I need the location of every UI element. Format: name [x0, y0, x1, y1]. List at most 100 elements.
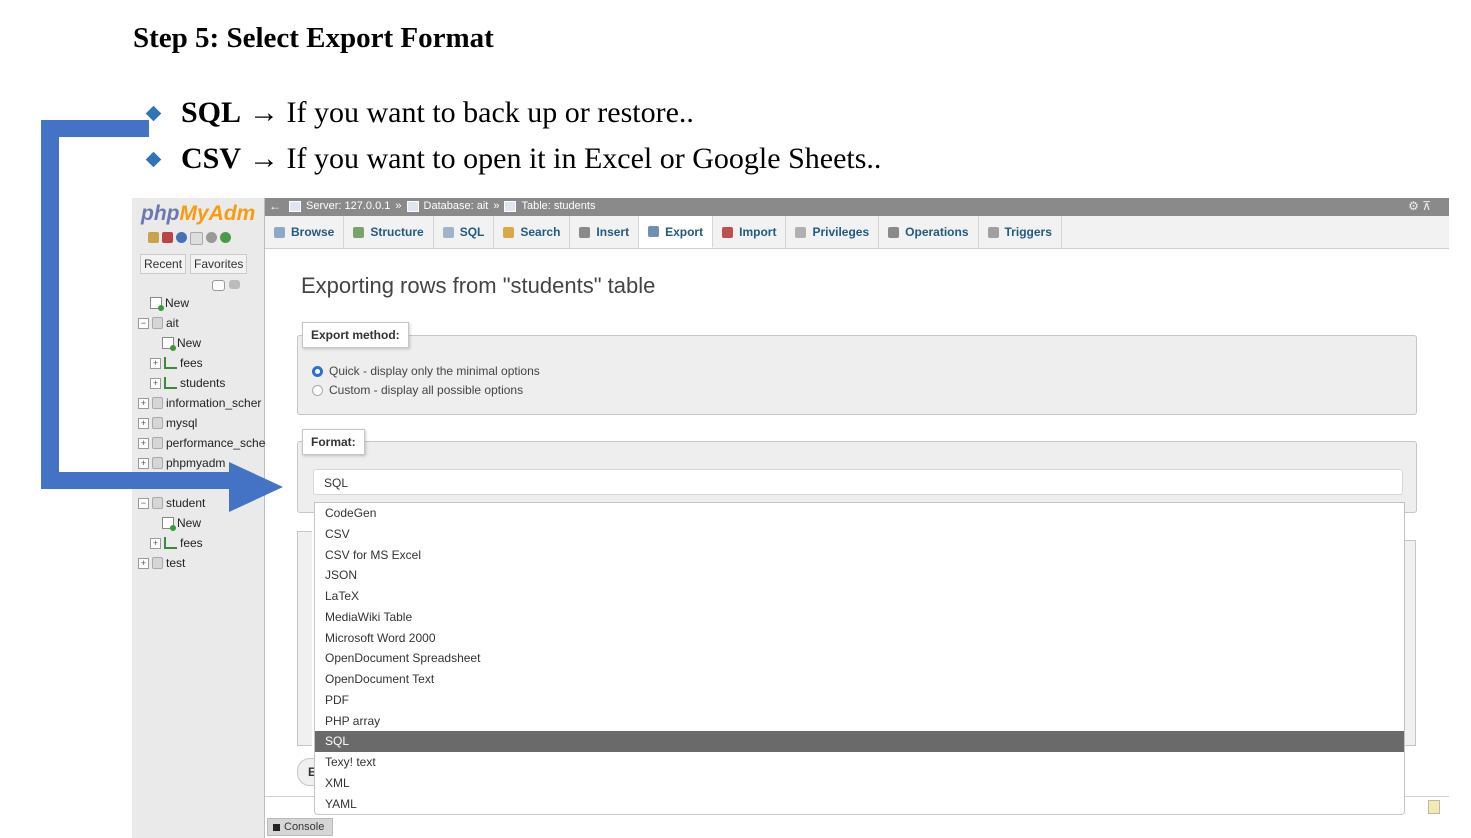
phpmyadmin-logo[interactable]: phpMyAdm [141, 202, 255, 226]
breadcrumb-sep: » [493, 200, 500, 212]
collapse-arrow-icon[interactable]: ← [269, 199, 281, 213]
tree-item[interactable]: New [150, 296, 189, 311]
format-dropdown-list: CodeGen CSV CSV for MS Excel JSON LaTeX Media… [314, 502, 1405, 815]
export-method-legend: Export method: [302, 322, 409, 348]
tree-item-label: student [166, 496, 206, 510]
arrow-head-icon [229, 462, 283, 512]
tree-item[interactable]: − ait [138, 316, 179, 330]
tab-label: Operations [905, 225, 969, 239]
tab-label: Import [739, 225, 777, 239]
link-icon[interactable] [229, 280, 240, 289]
tree-item[interactable]: + performance_sche [138, 436, 265, 450]
collapse-all-icon[interactable] [212, 280, 225, 291]
expand-icon[interactable]: + [138, 417, 149, 429]
table-icon [164, 537, 177, 549]
structure-icon [353, 226, 365, 238]
tree-item-label: phpmyadm [166, 456, 226, 470]
docs-icon[interactable] [190, 232, 203, 245]
insert-icon [579, 226, 591, 238]
format-option[interactable]: CSV [315, 524, 1404, 545]
tree-item-label: fees [180, 356, 203, 370]
help-icon[interactable] [176, 232, 187, 243]
reload-icon[interactable] [220, 232, 231, 243]
format-option[interactable]: PHP array [315, 711, 1404, 732]
table-icon [504, 200, 517, 212]
tree-item[interactable]: New [162, 516, 202, 531]
format-option[interactable]: CodeGen [315, 503, 1404, 524]
expand-icon[interactable]: + [138, 397, 149, 409]
tab-browse[interactable]: Browse [265, 216, 345, 248]
tree-item[interactable]: + fees [150, 356, 203, 370]
format-option[interactable]: CSV for MS Excel [315, 545, 1404, 566]
doc-title: Step 5: Select Export Format [133, 22, 494, 54]
breadcrumb-table[interactable]: Table: students [521, 200, 595, 212]
tree-item[interactable]: + students [150, 376, 225, 390]
breadcrumb-database[interactable]: Database: ait [424, 200, 489, 212]
tree-item-label: mysql [166, 416, 198, 430]
new-icon [150, 297, 164, 311]
collapse-icon[interactable]: − [138, 497, 149, 509]
format-select[interactable]: SQL [313, 469, 1403, 495]
format-option[interactable]: YAML [315, 794, 1404, 815]
favorites-tab[interactable]: Favorites [190, 254, 248, 274]
collapse-icon[interactable]: − [138, 317, 149, 329]
table-icon [164, 357, 177, 369]
server-icon [289, 200, 301, 212]
format-option[interactable]: Microsoft Word 2000 [315, 628, 1404, 649]
tab-insert[interactable]: Insert [570, 216, 640, 248]
tree-item-label: ait [166, 316, 179, 330]
bullet-csv: CSV → If you want to open it in Excel or… [145, 136, 881, 182]
tree-item[interactable]: + mysql [138, 416, 197, 430]
tree-item[interactable]: + phpmyadm [138, 456, 225, 470]
custom-radio[interactable]: Custom - display all possible options [312, 383, 523, 397]
expand-icon[interactable]: + [138, 557, 149, 569]
format-option[interactable]: SQL [315, 731, 1404, 752]
tree-item[interactable]: + test [138, 556, 185, 570]
tab-export[interactable]: Export [639, 216, 714, 248]
console-button[interactable]: Console [267, 818, 333, 836]
console-label: Console [284, 821, 325, 833]
tab-structure[interactable]: Structure [344, 216, 434, 248]
breadcrumb-server[interactable]: Server: 127.0.0.1 [306, 200, 390, 212]
tree-item[interactable]: + information_scher [138, 396, 261, 410]
settings-icon[interactable] [206, 232, 217, 243]
notes-icon[interactable] [1428, 800, 1440, 814]
tab-sql[interactable]: SQL [434, 216, 495, 248]
expand-icon[interactable]: + [138, 457, 149, 469]
expand-icon[interactable]: + [150, 357, 161, 369]
tab-import[interactable]: Import [713, 216, 787, 248]
database-icon [152, 437, 163, 449]
triggers-icon [987, 226, 999, 238]
radio-unchecked-icon[interactable] [312, 384, 323, 396]
format-option[interactable]: MediaWiki Table [315, 607, 1404, 628]
format-option[interactable]: LaTeX [315, 586, 1404, 607]
tree-item-label: New [177, 516, 202, 530]
tree-item[interactable]: + fees [150, 536, 203, 550]
gear-icon[interactable]: ⚙ ⊼ [1408, 199, 1431, 213]
format-option[interactable]: OpenDocument Spreadsheet [315, 648, 1404, 669]
expand-icon[interactable]: + [138, 437, 149, 449]
format-option[interactable]: Texy! text [315, 752, 1404, 773]
format-option[interactable]: OpenDocument Text [315, 669, 1404, 690]
tab-search[interactable]: Search [494, 216, 571, 248]
tab-operations[interactable]: Operations [879, 216, 979, 248]
tree-controls [212, 280, 240, 291]
tab-label: Export [665, 224, 704, 239]
tree-item[interactable]: − student [138, 496, 205, 510]
logout-icon[interactable] [162, 232, 173, 243]
tab-triggers[interactable]: Triggers [979, 216, 1062, 248]
expand-icon[interactable]: + [150, 537, 161, 549]
tree-item[interactable]: New [162, 336, 201, 351]
home-icon[interactable] [148, 232, 159, 243]
tab-privileges[interactable]: Privileges [786, 216, 880, 248]
expand-icon[interactable]: + [150, 377, 161, 389]
format-option[interactable]: PDF [315, 690, 1404, 711]
quick-radio[interactable]: Quick - display only the minimal options [312, 364, 540, 378]
format-option[interactable]: XML [315, 773, 1404, 794]
radio-checked-icon[interactable] [312, 365, 323, 377]
format-option[interactable]: JSON [315, 565, 1404, 586]
top-breadcrumb-bar: ← Server: 127.0.0.1 » Database: ait » Ta… [265, 198, 1449, 216]
tree-item-label: fees [180, 536, 203, 550]
recent-tab[interactable]: Recent [140, 254, 187, 274]
diamond-bullet-icon [145, 151, 162, 167]
